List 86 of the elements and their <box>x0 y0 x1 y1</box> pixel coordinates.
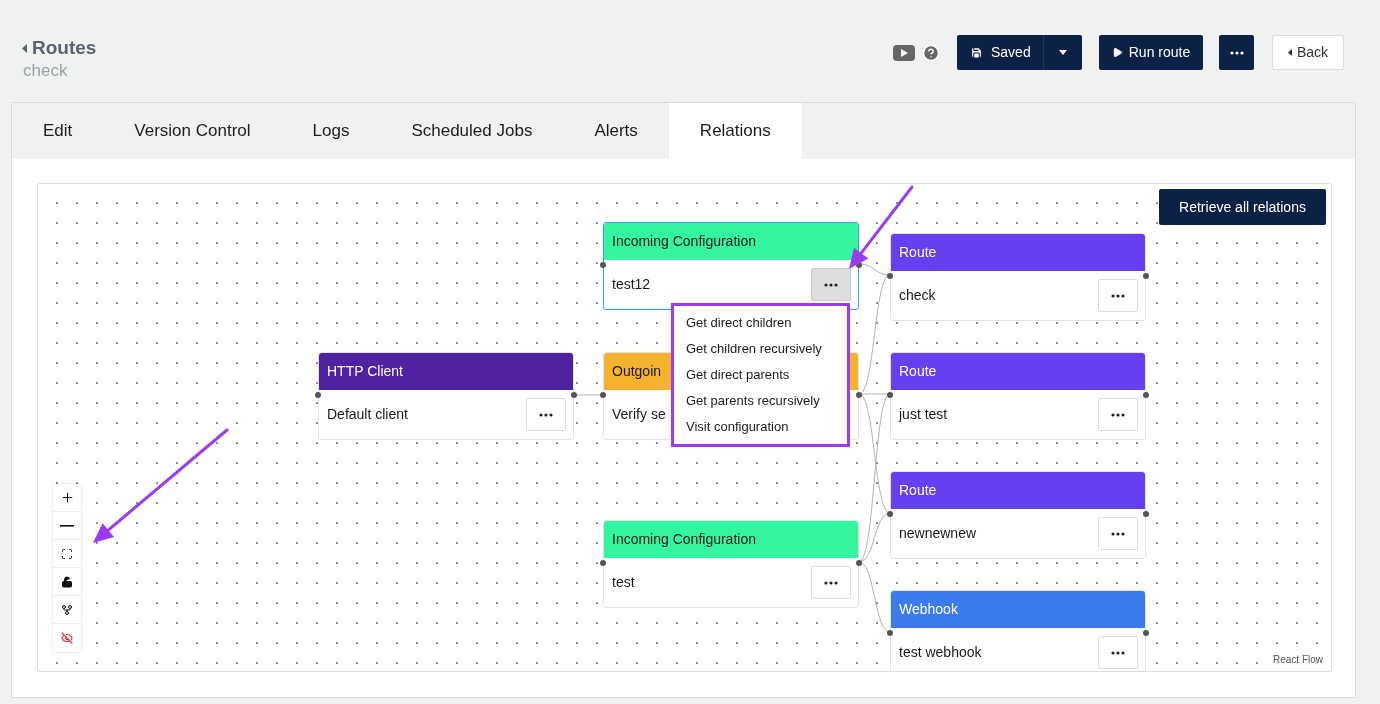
node-card[interactable]: Incoming Configuration test <box>603 520 859 608</box>
save-label: Saved <box>991 43 1031 62</box>
tab[interactable]: Alerts <box>563 103 669 159</box>
node-type: Incoming Configuration <box>612 530 756 549</box>
connection-handle[interactable] <box>315 392 321 398</box>
menu-item[interactable]: Visit configuration <box>674 414 847 440</box>
save-icon <box>970 46 983 59</box>
node-card[interactable]: Webhook test webhook <box>890 590 1146 671</box>
node-menu-button[interactable] <box>811 268 851 301</box>
connection-handle[interactable] <box>887 392 893 398</box>
node-name: Verify se <box>612 405 666 424</box>
help-icon[interactable] <box>922 43 940 62</box>
menu-item[interactable]: Get parents recursively <box>674 388 847 414</box>
tab[interactable]: Version Control <box>103 103 282 159</box>
page-subtitle: check <box>23 60 69 82</box>
connection-handle[interactable] <box>600 392 606 398</box>
caret-down-icon <box>1059 50 1067 55</box>
save-split-button[interactable]: Saved <box>957 35 1082 70</box>
connection-handle[interactable] <box>856 560 862 566</box>
node-card[interactable]: Route newnewnew <box>890 471 1146 559</box>
back-link[interactable]: Routes <box>22 36 97 60</box>
node-type: Route <box>899 362 937 381</box>
node-name: just test <box>899 405 948 424</box>
dots-icon <box>1111 293 1125 298</box>
minus-icon <box>60 524 74 527</box>
node-card[interactable]: Incoming Configuration test12 <box>603 222 859 310</box>
connection-handle[interactable] <box>571 392 577 398</box>
menu-item[interactable]: Get children recursively <box>674 336 847 362</box>
fit-view-icon <box>61 547 73 560</box>
node-menu-button[interactable] <box>1098 398 1138 431</box>
node-name: test webhook <box>899 643 982 662</box>
connection-handle[interactable] <box>887 630 893 636</box>
play-icon <box>1111 47 1123 58</box>
unlock-icon <box>61 575 73 588</box>
dots-icon <box>539 412 553 417</box>
run-route-button[interactable]: Run route <box>1099 35 1203 70</box>
back-button[interactable]: Back <box>1272 35 1344 70</box>
connection-handle[interactable] <box>600 560 606 566</box>
node-type: Incoming Configuration <box>612 232 756 251</box>
node-name: check <box>899 286 936 305</box>
dots-icon <box>1111 650 1125 655</box>
tab[interactable]: Logs <box>281 103 381 159</box>
connection-handle[interactable] <box>1143 511 1149 517</box>
node-name: newnewnew <box>899 524 977 543</box>
connection-handle[interactable] <box>887 273 893 279</box>
caret-left-icon <box>1287 49 1292 56</box>
menu-item[interactable]: Get direct parents <box>674 362 847 388</box>
hidden-eye-icon <box>61 632 73 644</box>
plus-icon <box>59 490 75 505</box>
video-play-icon[interactable] <box>893 44 915 61</box>
node-type: HTTP Client <box>327 362 403 381</box>
connection-handle[interactable] <box>1143 392 1149 398</box>
node-type: Route <box>899 481 937 500</box>
node-name: Default client <box>327 405 408 424</box>
node-card[interactable]: Route just test <box>890 352 1146 440</box>
connection-handle[interactable] <box>856 392 862 398</box>
dots-icon <box>1229 50 1244 55</box>
node-menu-button[interactable] <box>1098 636 1138 669</box>
node-menu-button[interactable] <box>1098 279 1138 312</box>
dots-icon <box>1111 531 1125 536</box>
dots-icon <box>1111 412 1125 417</box>
connection-handle[interactable] <box>600 262 606 268</box>
dots-icon <box>824 282 838 287</box>
caret-left-icon <box>22 43 28 53</box>
node-card[interactable]: Route check <box>890 233 1146 321</box>
node-type: Route <box>899 243 937 262</box>
node-type: Outgoin <box>612 362 662 381</box>
node-menu-button[interactable] <box>811 566 851 599</box>
tab[interactable]: Edit <box>12 103 104 159</box>
node-name: test12 <box>612 275 651 294</box>
fork-icon <box>61 603 73 616</box>
menu-item[interactable]: Get direct children <box>674 310 847 336</box>
connection-handle[interactable] <box>1143 630 1149 636</box>
node-menu-button[interactable] <box>1098 517 1138 550</box>
retrieve-relations-button[interactable]: Retrieve all relations <box>1159 189 1326 225</box>
node-card[interactable]: HTTP Client Default client <box>318 352 574 440</box>
node-name: test <box>612 573 635 592</box>
tab[interactable]: Scheduled Jobs <box>380 103 564 159</box>
more-button[interactable] <box>1219 35 1254 70</box>
connection-handle[interactable] <box>887 511 893 517</box>
node-menu-button[interactable] <box>526 398 566 431</box>
attribution-link[interactable]: React Flow <box>1271 652 1325 667</box>
connection-handle[interactable] <box>1143 273 1149 279</box>
tab[interactable]: Relations <box>668 103 802 159</box>
dots-icon <box>824 580 838 585</box>
node-type: Webhook <box>899 600 958 619</box>
